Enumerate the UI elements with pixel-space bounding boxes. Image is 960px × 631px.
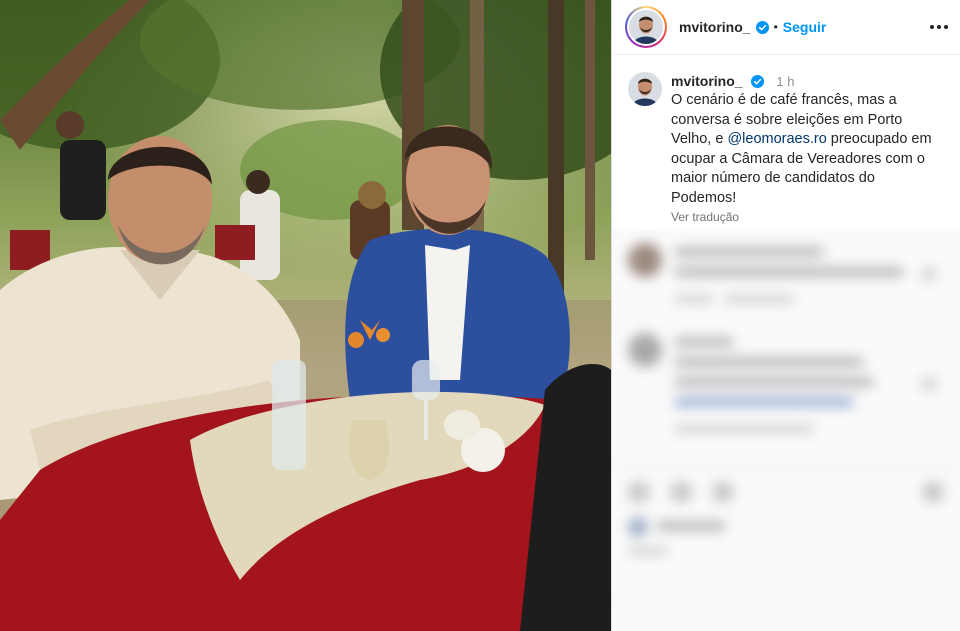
see-translation-link[interactable]: Ver tradução — [671, 210, 944, 224]
more-horizontal-icon[interactable] — [930, 18, 948, 36]
photo-scene — [0, 0, 611, 631]
header-username[interactable]: mvitorino_ — [679, 19, 751, 35]
mention-link[interactable]: @leomoraes.ro — [727, 131, 826, 147]
caption-avatar[interactable] — [628, 72, 662, 106]
verified-badge-icon — [751, 75, 765, 88]
story-ring[interactable] — [625, 6, 667, 48]
blurred-comments-area — [612, 229, 960, 631]
separator-dot: • — [773, 20, 778, 34]
follow-button[interactable]: Seguir — [783, 19, 827, 35]
post-time[interactable]: 1 h — [776, 74, 794, 89]
caption-username[interactable]: mvitorino_ — [671, 73, 743, 89]
verified-badge-icon — [755, 20, 769, 34]
post-caption: mvitorino_ 1 h O cenário é de café franc… — [612, 56, 960, 228]
post-header: mvitorino_ • Seguir — [612, 0, 960, 55]
caption-text: O cenário é de café francês, mas a conve… — [671, 91, 944, 208]
avatar[interactable] — [629, 10, 663, 44]
post-photo[interactable] — [0, 0, 611, 631]
